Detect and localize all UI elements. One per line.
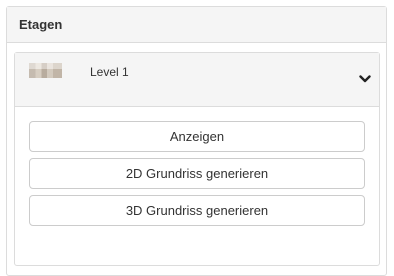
panel-title: Etagen (19, 17, 63, 32)
level-actions: Anzeigen 2D Grundriss generieren 3D Grun… (15, 107, 379, 226)
generate-3d-floorplan-button[interactable]: 3D Grundriss generieren (29, 195, 365, 226)
generate-2d-floorplan-button[interactable]: 2D Grundriss generieren (29, 158, 365, 189)
level-card: Level 1 Anzeigen 2D Grundriss generieren… (14, 52, 380, 266)
level-name: Level 1 (90, 65, 129, 79)
level-header[interactable]: Level 1 (15, 53, 379, 107)
floors-panel: Etagen Level 1 Anzeigen 2D Grundriss gen… (6, 6, 387, 276)
floors-panel-header: Etagen (7, 7, 386, 43)
floor-thumbnail-image (29, 63, 62, 78)
floors-panel-body: Level 1 Anzeigen 2D Grundriss generieren… (14, 52, 380, 267)
show-button[interactable]: Anzeigen (29, 121, 365, 152)
chevron-down-icon[interactable] (359, 74, 371, 84)
